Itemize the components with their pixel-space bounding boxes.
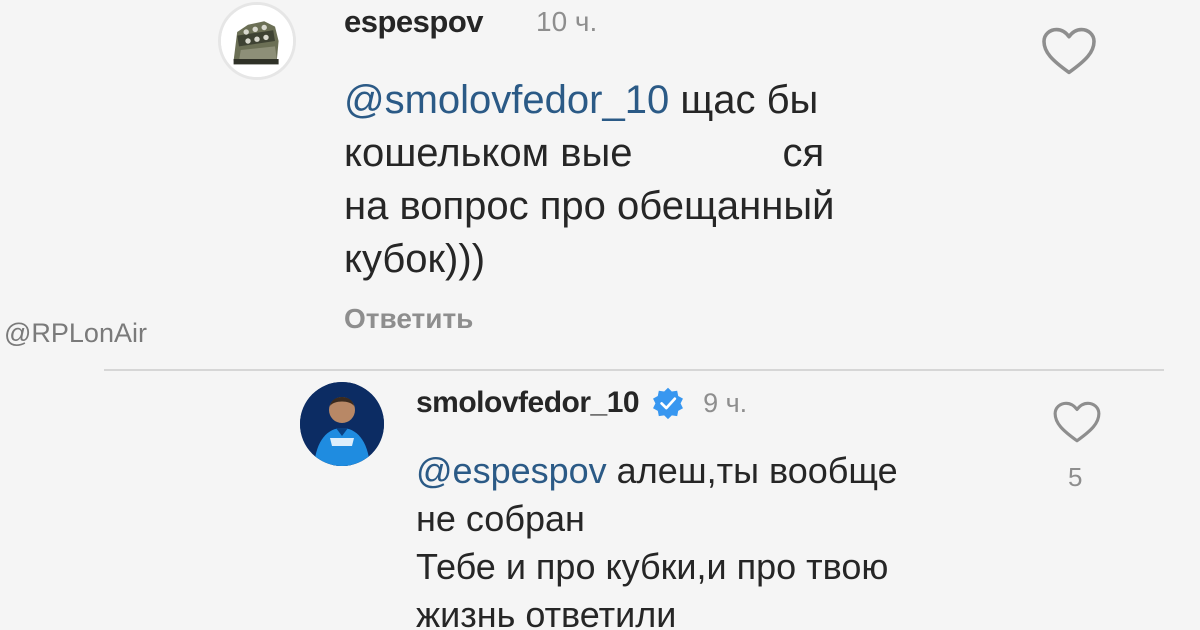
comment-text-line: на вопрос про обещанный xyxy=(344,184,835,228)
comment-text-line: жизнь ответили xyxy=(416,594,677,630)
comment-text-line: алеш,ты вообще xyxy=(616,450,898,491)
watermark: @RPLonAir xyxy=(4,318,147,348)
avatar[interactable] xyxy=(300,382,384,466)
reply-button[interactable]: Ответить xyxy=(344,303,473,335)
comment-username[interactable]: smolovfedor_10 xyxy=(416,386,640,420)
comment-text-line: кубок))) xyxy=(344,237,486,281)
user-mention-link[interactable]: @espespov xyxy=(416,450,607,491)
avatar[interactable] xyxy=(218,2,296,80)
comment-text: @smolovfedor_10 щас бы кошельком вые ся н… xyxy=(344,74,964,286)
comment-header: smolovfedor_10 9 ч. xyxy=(416,386,747,420)
comment-timestamp: 9 ч. xyxy=(703,387,748,418)
verified-badge-icon xyxy=(651,386,685,420)
like-count[interactable]: 5 xyxy=(1068,462,1082,493)
sneaker-avatar-image xyxy=(221,5,293,77)
comment-timestamp: 10 ч. xyxy=(536,6,598,37)
comment-text-line: Тебе и про кубки,и про твою xyxy=(416,546,889,587)
comment-text-line: щас бы xyxy=(680,78,819,122)
heart-outline-icon[interactable] xyxy=(1052,400,1102,444)
comment-text-line: ся xyxy=(782,131,825,175)
user-mention-link[interactable]: @smolovfedor_10 xyxy=(344,78,669,122)
heart-outline-icon[interactable] xyxy=(1040,26,1098,76)
divider xyxy=(104,369,1164,371)
comment-text-line: не собран xyxy=(416,498,585,539)
comment-text: @espespov алеш,ты вообще не собран Тебе … xyxy=(416,447,1016,630)
comment-thread: espespov 10 ч. @smolovfedor_10 щас бы ко… xyxy=(0,0,1200,630)
footballer-avatar-image xyxy=(300,382,384,466)
comment-username[interactable]: espespov xyxy=(344,4,484,40)
comment-text-line: кошельком вые xyxy=(344,131,633,175)
